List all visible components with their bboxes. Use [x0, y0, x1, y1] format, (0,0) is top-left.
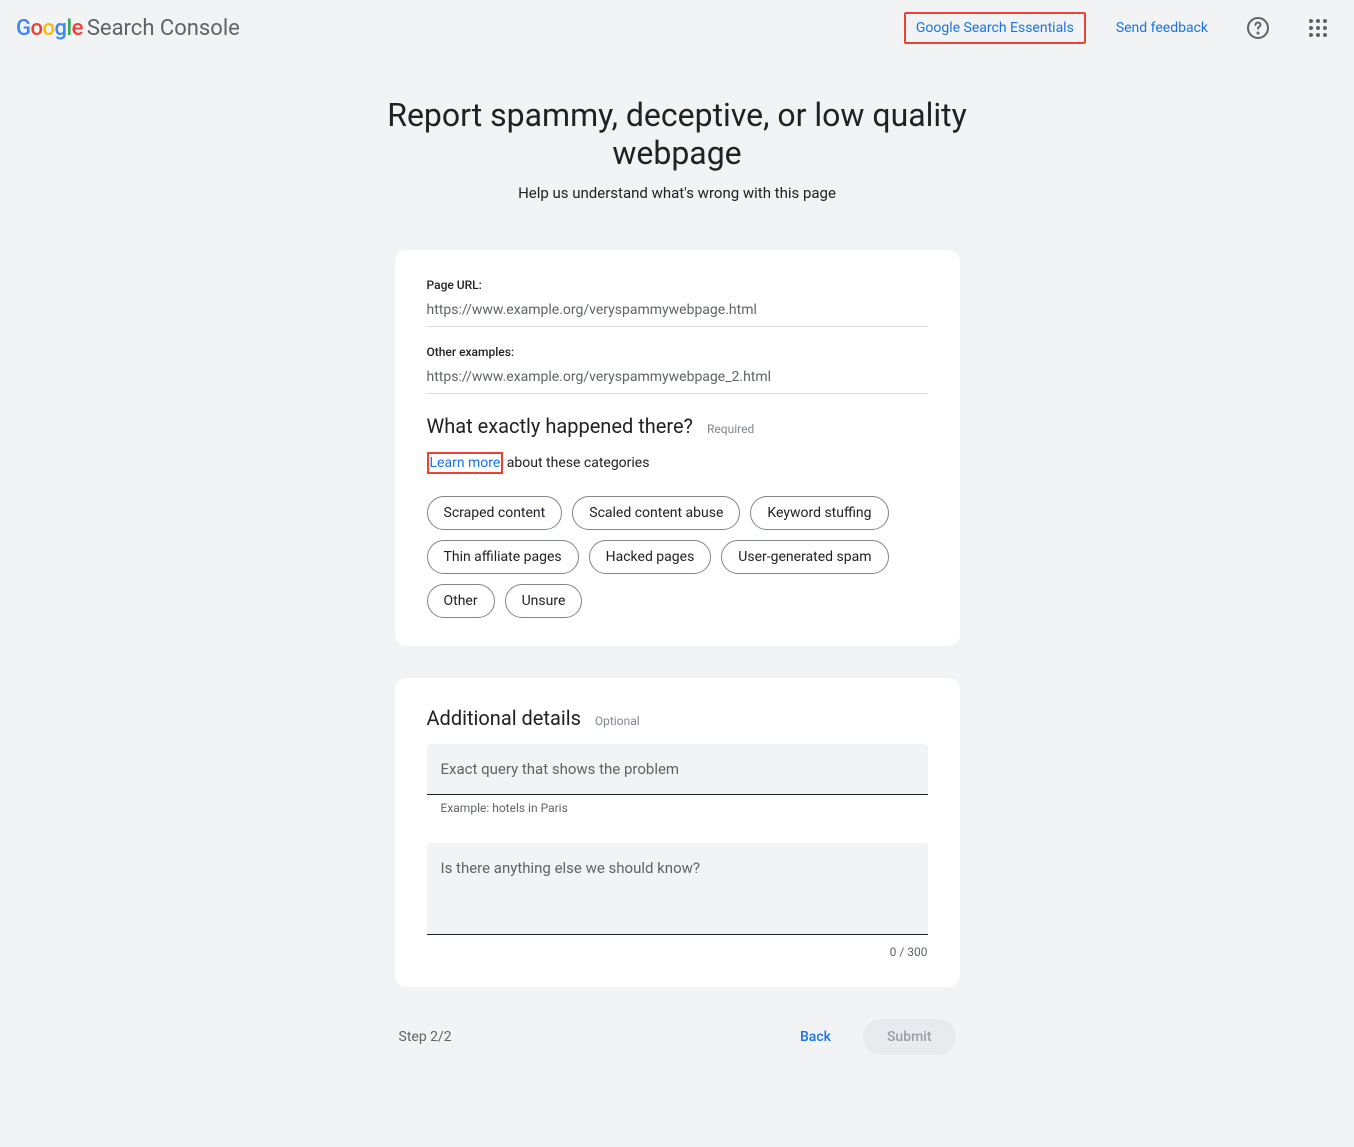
details-title: Additional details	[427, 706, 581, 730]
other-examples-value: https://www.example.org/veryspammywebpag…	[427, 363, 928, 394]
app-header: Google Search Console Google Search Esse…	[0, 0, 1354, 56]
chip-unsure[interactable]: Unsure	[505, 584, 583, 618]
footer-buttons: Back Submit	[788, 1019, 956, 1055]
chip-thin-affiliate[interactable]: Thin affiliate pages	[427, 540, 579, 574]
what-happened-title: What exactly happened there?	[427, 414, 694, 438]
required-tag: Required	[707, 422, 754, 436]
search-essentials-link[interactable]: Google Search Essentials	[904, 12, 1086, 44]
main-content: Report spammy, deceptive, or low quality…	[327, 56, 1027, 1095]
step-indicator: Step 2/2	[399, 1029, 452, 1045]
send-feedback-link[interactable]: Send feedback	[1106, 14, 1218, 42]
report-card: Page URL: https://www.example.org/verysp…	[395, 250, 960, 646]
learn-more-row: Learn more about these categories	[427, 452, 928, 474]
apps-grid-icon[interactable]	[1298, 8, 1338, 48]
page-subtitle: Help us understand what's wrong with thi…	[347, 184, 1007, 202]
back-button[interactable]: Back	[788, 1021, 843, 1053]
chip-scraped-content[interactable]: Scraped content	[427, 496, 563, 530]
product-name: Search Console	[87, 16, 240, 41]
chip-hacked-pages[interactable]: Hacked pages	[589, 540, 712, 574]
google-logo: Google	[16, 16, 83, 41]
category-chips: Scraped content Scaled content abuse Key…	[427, 496, 928, 618]
page-url-value: https://www.example.org/veryspammywebpag…	[427, 296, 928, 327]
logo-group: Google Search Console	[16, 16, 240, 41]
details-card: Additional details Optional Example: hot…	[395, 678, 960, 987]
page-title: Report spammy, deceptive, or low quality…	[347, 96, 1007, 172]
page-url-label: Page URL:	[427, 278, 928, 292]
footer-row: Step 2/2 Back Submit	[395, 1019, 960, 1055]
optional-tag: Optional	[595, 714, 640, 728]
chip-user-generated-spam[interactable]: User-generated spam	[721, 540, 888, 574]
chip-keyword-stuffing[interactable]: Keyword stuffing	[750, 496, 888, 530]
other-examples-label: Other examples:	[427, 345, 928, 359]
learn-more-link[interactable]: Learn more	[427, 452, 504, 474]
help-icon[interactable]	[1238, 8, 1278, 48]
exact-query-input[interactable]	[427, 744, 928, 795]
learn-more-suffix: about these categories	[503, 455, 649, 471]
header-right: Google Search Essentials Send feedback	[904, 8, 1338, 48]
submit-button[interactable]: Submit	[863, 1019, 956, 1055]
char-count: 0 / 300	[427, 945, 928, 959]
details-header: Additional details Optional	[427, 706, 928, 730]
chip-scaled-content-abuse[interactable]: Scaled content abuse	[572, 496, 740, 530]
chip-other[interactable]: Other	[427, 584, 495, 618]
query-hint: Example: hotels in Paris	[427, 801, 928, 815]
notes-textarea[interactable]	[427, 843, 928, 935]
what-happened-header: What exactly happened there? Required	[427, 414, 928, 438]
